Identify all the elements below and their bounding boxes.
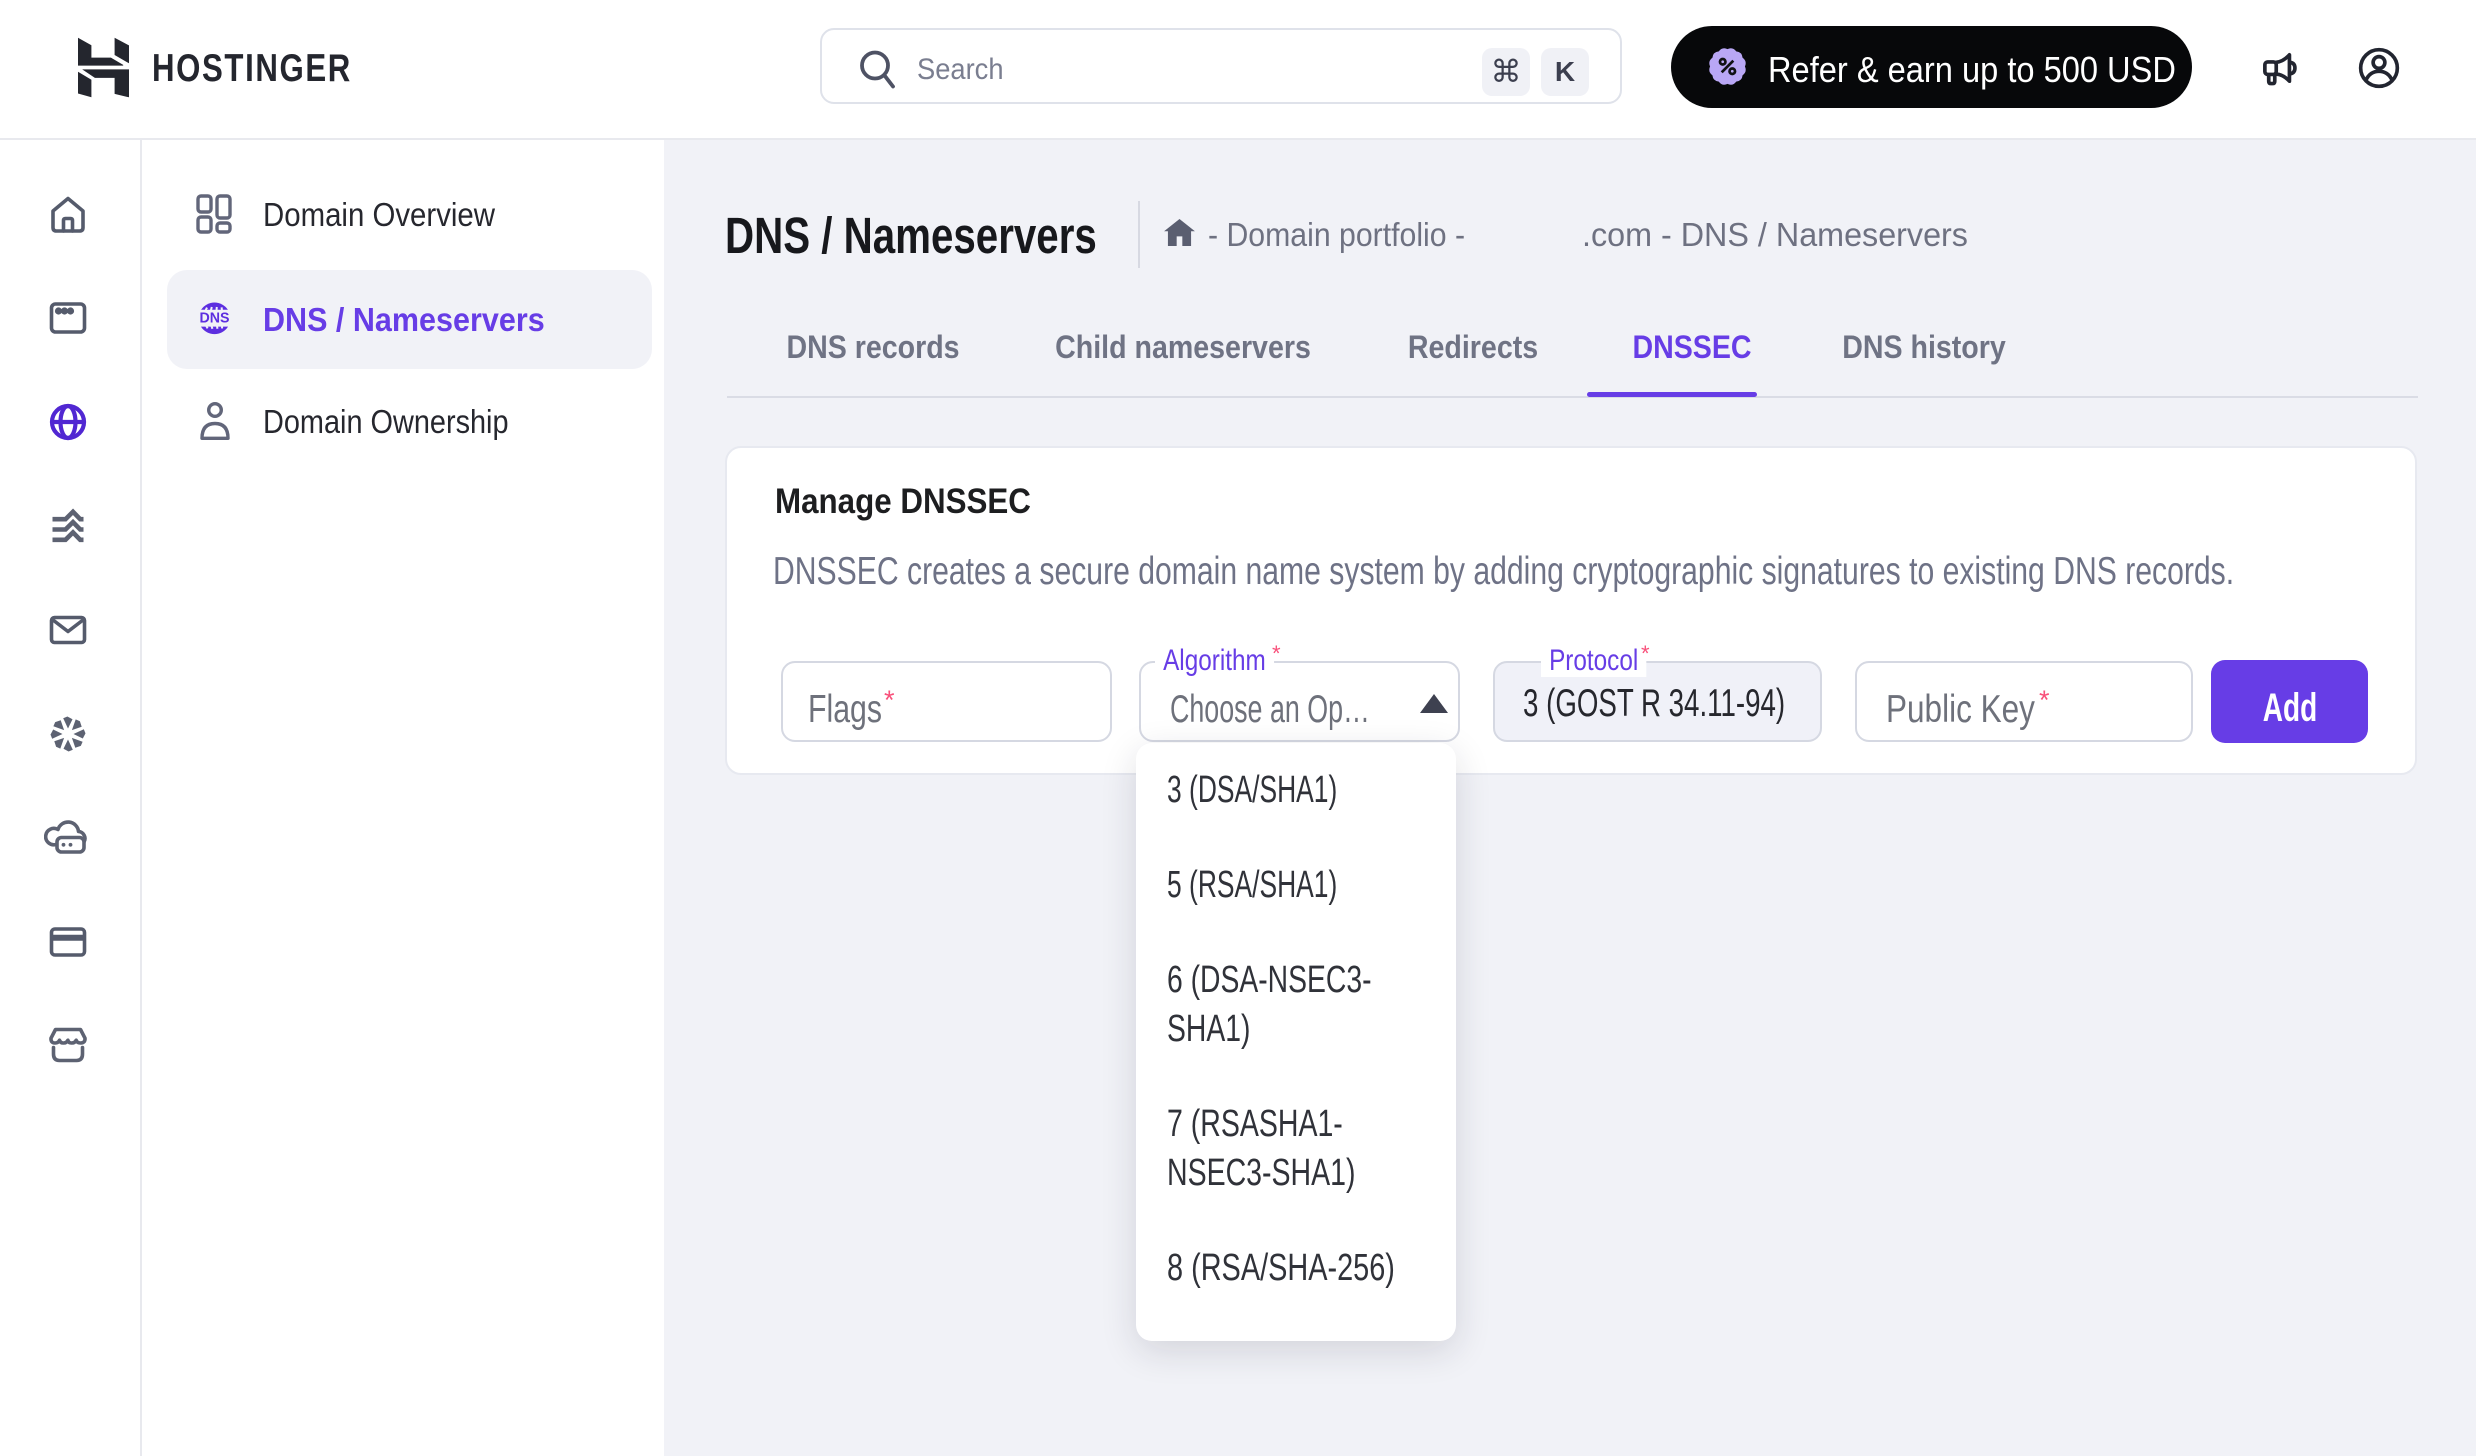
- svg-text:DNS: DNS: [200, 310, 230, 327]
